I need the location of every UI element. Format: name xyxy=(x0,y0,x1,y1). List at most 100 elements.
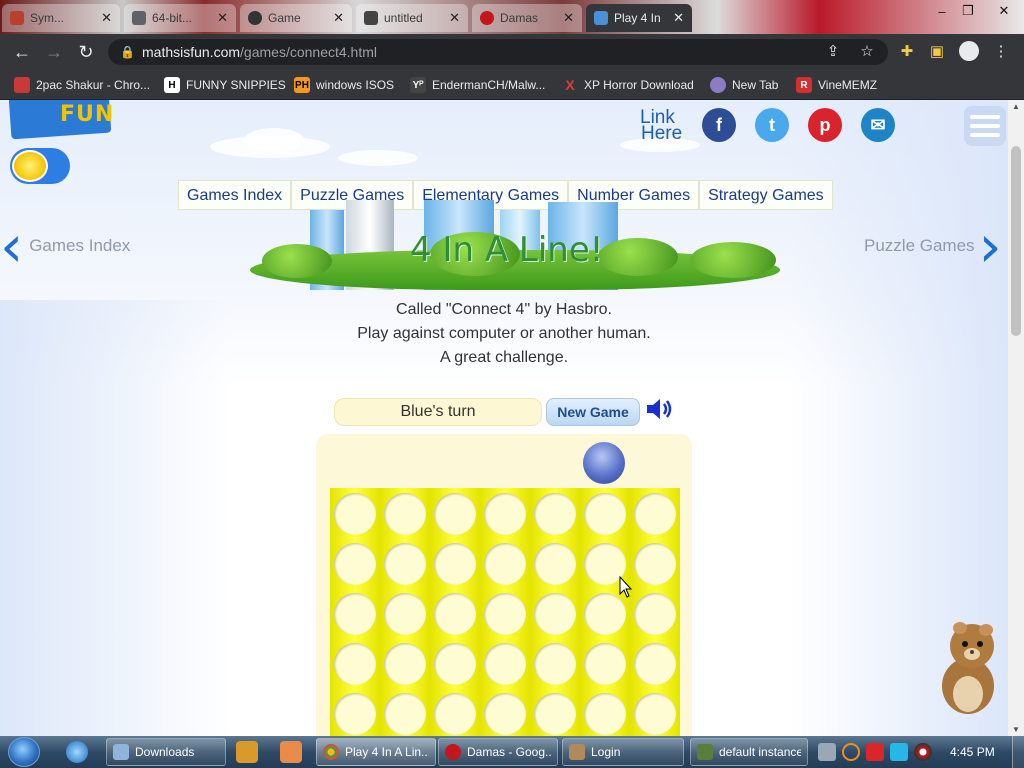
board-cell-empty[interactable] xyxy=(384,493,426,535)
board-cell-empty[interactable] xyxy=(634,493,676,535)
bookmark-item[interactable]: PH windows ISOS xyxy=(294,76,394,94)
forward-arrow-icon[interactable]: → xyxy=(42,41,66,63)
tab-close-icon[interactable]: ✕ xyxy=(563,10,574,26)
prev-page-link[interactable]: ‹ Games Index xyxy=(0,217,130,275)
site-logo[interactable]: FUN xyxy=(8,100,114,140)
board-cell-empty[interactable] xyxy=(634,693,676,735)
board-cell-empty[interactable] xyxy=(584,493,626,535)
category-link-strategy-games[interactable]: Strategy Games xyxy=(699,180,833,210)
board-cell-empty[interactable] xyxy=(534,493,576,535)
app-icon[interactable] xyxy=(280,741,302,763)
address-bar[interactable]: 🔒 mathsisfun.com/games/connect4.html xyxy=(108,39,888,65)
board-cell-empty[interactable] xyxy=(334,593,376,635)
board-cell-empty[interactable] xyxy=(434,593,476,635)
tab-close-icon[interactable]: ✕ xyxy=(101,10,112,26)
browser-tab[interactable]: Sym... ✕ xyxy=(2,4,120,32)
scroll-up-icon[interactable]: ▲ xyxy=(1008,102,1024,111)
taskbar-clock[interactable]: 4:45 PM xyxy=(950,736,995,768)
board-cell-empty[interactable] xyxy=(634,543,676,585)
board-cell-empty[interactable] xyxy=(334,543,376,585)
board-cell-empty[interactable] xyxy=(384,593,426,635)
hamster-mascot[interactable] xyxy=(930,616,1000,716)
category-link-games-index[interactable]: Games Index xyxy=(178,180,292,210)
board-cell-empty[interactable] xyxy=(484,543,526,585)
taskbar-item-default-instance[interactable]: default instance xyxy=(690,738,808,766)
search-tray-icon[interactable] xyxy=(842,743,860,761)
browser-tab-active[interactable]: Play 4 In ✕ xyxy=(586,4,692,32)
internet-explorer-icon[interactable] xyxy=(66,741,88,763)
speaker-icon[interactable] xyxy=(645,396,675,422)
board-cell-empty[interactable] xyxy=(534,593,576,635)
scroll-down-icon[interactable]: ▼ xyxy=(1008,725,1024,734)
board-cell-empty[interactable] xyxy=(584,693,626,735)
tab-close-icon[interactable]: ✕ xyxy=(449,10,460,26)
board-cell-empty[interactable] xyxy=(534,693,576,735)
share-icon[interactable]: ⇪ xyxy=(822,41,844,63)
browser-tab[interactable]: Game ✕ xyxy=(240,4,352,32)
theme-toggle[interactable] xyxy=(10,148,70,184)
browser-tab[interactable]: Damas ✕ xyxy=(472,4,582,32)
board-cell-empty[interactable] xyxy=(334,493,376,535)
facebook-icon[interactable]: f xyxy=(702,108,736,142)
kebab-menu-icon[interactable]: ⋮ xyxy=(990,41,1012,63)
back-arrow-icon[interactable]: ← xyxy=(10,41,34,63)
bookmark-item[interactable]: New Tab xyxy=(710,76,778,94)
board-cell-empty[interactable] xyxy=(384,543,426,585)
bookmark-item[interactable]: X XP Horror Download xyxy=(562,76,694,94)
start-button[interactable] xyxy=(8,737,40,767)
twitter-icon[interactable]: t xyxy=(755,108,789,142)
board-cell-empty[interactable] xyxy=(584,593,626,635)
board-cell-empty[interactable] xyxy=(584,643,626,685)
board-cell-empty[interactable] xyxy=(384,693,426,735)
profile-avatar-icon[interactable] xyxy=(958,41,980,63)
side-panel-icon[interactable]: ▣ xyxy=(926,41,948,63)
board-cell-empty[interactable] xyxy=(484,693,526,735)
taskbar-item-play-4-in-a-line[interactable]: Play 4 In A Lin... xyxy=(316,738,436,766)
board-cell-empty[interactable] xyxy=(384,643,426,685)
flag-tray-icon[interactable] xyxy=(866,743,884,761)
board-cell-empty[interactable] xyxy=(434,493,476,535)
board-cell-empty[interactable] xyxy=(484,593,526,635)
board-cell-empty[interactable] xyxy=(534,543,576,585)
tab-close-icon[interactable]: ✕ xyxy=(217,10,228,26)
bookmark-item[interactable]: 2pac Shakur - Chro... xyxy=(14,76,150,94)
board-cell-empty[interactable] xyxy=(484,643,526,685)
reload-icon[interactable]: ↻ xyxy=(74,41,98,63)
bookmark-item[interactable]: H FUNNY SNIPPIES xyxy=(164,76,286,94)
tray-app-icon[interactable] xyxy=(818,743,836,761)
display-tray-icon[interactable] xyxy=(890,743,908,761)
board-cell-empty[interactable] xyxy=(634,593,676,635)
board-cell-empty[interactable] xyxy=(484,493,526,535)
next-page-link[interactable]: Puzzle Games › xyxy=(864,217,1002,275)
board-cell-empty[interactable] xyxy=(334,643,376,685)
board-cell-empty[interactable] xyxy=(634,643,676,685)
link-here-button[interactable]: Link Here xyxy=(640,108,682,143)
vertical-scrollbar[interactable]: ▲ ▼ xyxy=(1008,100,1024,736)
browser-tab[interactable]: untitled ✕ xyxy=(356,4,468,32)
board-cell-empty[interactable] xyxy=(534,643,576,685)
media-player-icon[interactable] xyxy=(236,741,258,763)
board-cell-empty[interactable] xyxy=(434,643,476,685)
taskbar-item-damas[interactable]: Damas - Goog... xyxy=(438,738,558,766)
board-cell-empty[interactable] xyxy=(434,543,476,585)
hamburger-menu-icon[interactable] xyxy=(964,106,1006,146)
new-game-button[interactable]: New Game xyxy=(546,398,640,426)
record-tray-icon[interactable] xyxy=(914,743,932,761)
show-desktop-button[interactable] xyxy=(1012,736,1024,768)
bookmark-star-icon[interactable]: ☆ xyxy=(856,41,878,63)
browser-tab[interactable]: 64-bit... ✕ xyxy=(124,4,236,32)
email-icon[interactable]: ✉ xyxy=(861,108,895,142)
taskbar-item-downloads[interactable]: Downloads xyxy=(106,738,226,766)
tab-close-icon[interactable]: ✕ xyxy=(333,10,344,26)
bookmark-item[interactable]: Yᴾ EndermanCH/Malw... xyxy=(410,76,545,94)
board-cell-empty[interactable] xyxy=(334,693,376,735)
minimize-icon[interactable]: – xyxy=(930,0,954,22)
board-cell-empty[interactable] xyxy=(434,693,476,735)
blue-disc-piece[interactable] xyxy=(583,442,625,484)
scrollbar-thumb[interactable] xyxy=(1011,146,1021,336)
taskbar-item-login[interactable]: Login xyxy=(562,738,684,766)
pinterest-icon[interactable]: p xyxy=(808,108,842,142)
bookmark-item[interactable]: R VineMEMZ xyxy=(796,76,877,94)
extensions-puzzle-icon[interactable]: ✚ xyxy=(896,41,918,63)
tab-close-icon[interactable]: ✕ xyxy=(673,10,684,26)
